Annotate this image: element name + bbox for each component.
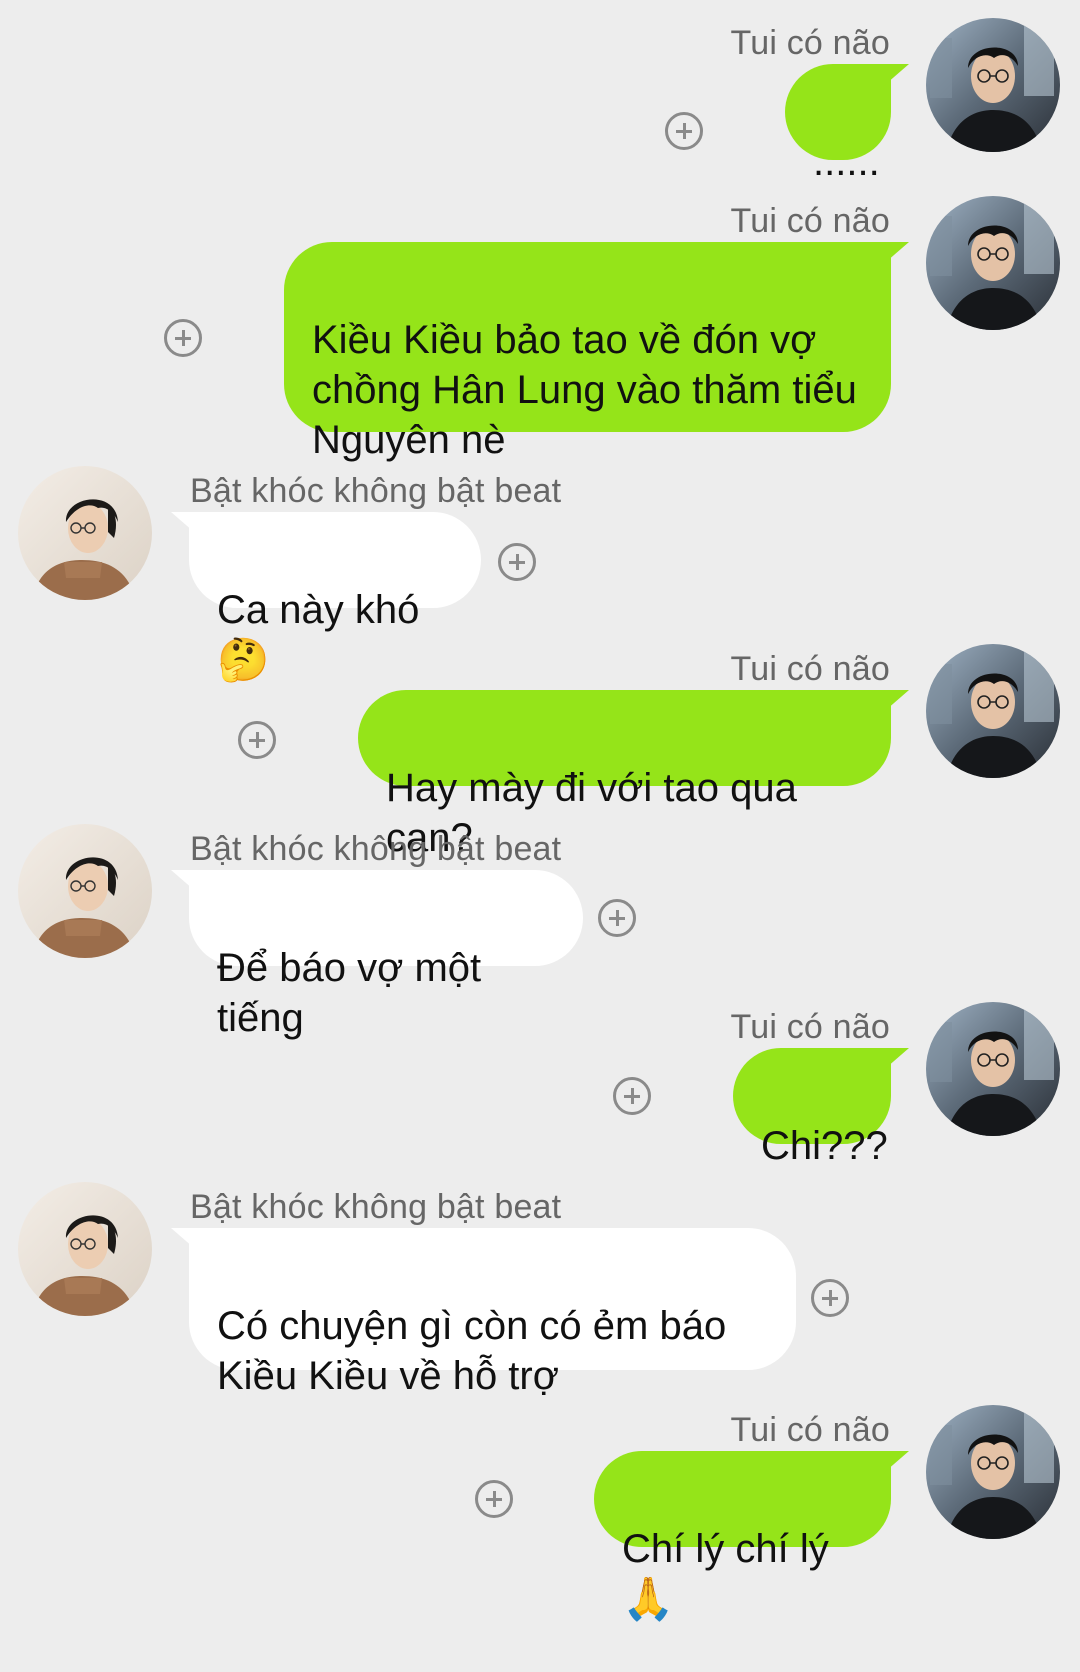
message-bubble[interactable]: ......: [785, 64, 891, 184]
sender-name: Tui có não: [730, 24, 890, 62]
sender-name: Tui có não: [730, 202, 890, 240]
message-row: Bật khóc không bật beat Có chuyện gì còn…: [0, 1182, 1080, 1398]
sender-name: Bật khóc không bật beat: [190, 1188, 562, 1226]
add-reaction-icon[interactable]: [164, 319, 202, 357]
add-reaction-icon[interactable]: [498, 543, 536, 581]
avatar[interactable]: [926, 1405, 1060, 1539]
message-row: Tui có não ......: [0, 18, 1080, 184]
message-bubble[interactable]: Ca này khó 🤔: [189, 512, 481, 683]
add-reaction-icon[interactable]: [238, 721, 276, 759]
message-bubble[interactable]: Kiều Kiều bảo tao về đón vợ chồng Hân Lu…: [284, 242, 891, 462]
message-bubble[interactable]: Để báo vợ một tiếng: [189, 870, 583, 1040]
message-text: Chí lý chí lý: [622, 1527, 829, 1571]
sender-name: Tui có não: [730, 1008, 890, 1046]
message-bubble[interactable]: Chi???: [733, 1048, 891, 1168]
avatar[interactable]: [18, 824, 152, 958]
message-text: Kiều Kiều bảo tao về đón vợ chồng Hân Lu…: [312, 318, 857, 462]
message-bubble[interactable]: Chí lý chí lý 🙏: [594, 1451, 891, 1622]
message-row: Tui có não Kiều Kiều bảo tao về đón vợ c…: [0, 196, 1080, 462]
add-reaction-icon[interactable]: [598, 899, 636, 937]
avatar[interactable]: [926, 1002, 1060, 1136]
message-row: Bật khóc không bật beat Để báo vợ một ti…: [0, 824, 1080, 1040]
sender-name: Tui có não: [730, 650, 890, 688]
add-reaction-icon[interactable]: [613, 1077, 651, 1115]
avatar[interactable]: [926, 644, 1060, 778]
folded-hands-icon: 🙏: [622, 1575, 675, 1622]
avatar[interactable]: [926, 196, 1060, 330]
avatar[interactable]: [18, 466, 152, 600]
avatar[interactable]: [926, 18, 1060, 152]
sender-name: Bật khóc không bật beat: [190, 830, 562, 868]
avatar[interactable]: [18, 1182, 152, 1316]
message-bubble[interactable]: Có chuyện gì còn có ẻm báo Kiều Kiều về …: [189, 1228, 796, 1398]
message-row: Tui có não Chi???: [0, 1002, 1080, 1168]
message-row: Tui có não Chí lý chí lý 🙏: [0, 1405, 1080, 1622]
message-text: Có chuyện gì còn có ẻm báo Kiều Kiều về …: [217, 1304, 727, 1398]
message-row: Tui có não Hay mày đi với tao qua can?: [0, 644, 1080, 860]
message-text: Chi???: [761, 1124, 888, 1168]
message-text: ......: [813, 140, 880, 184]
sender-name: Bật khóc không bật beat: [190, 472, 562, 510]
add-reaction-icon[interactable]: [811, 1279, 849, 1317]
add-reaction-icon[interactable]: [475, 1480, 513, 1518]
message-text: Ca này khó: [217, 588, 420, 632]
add-reaction-icon[interactable]: [665, 112, 703, 150]
message-bubble[interactable]: Hay mày đi với tao qua can?: [358, 690, 891, 860]
message-row: Bật khóc không bật beat Ca này khó 🤔: [0, 466, 1080, 683]
sender-name: Tui có não: [730, 1411, 890, 1449]
